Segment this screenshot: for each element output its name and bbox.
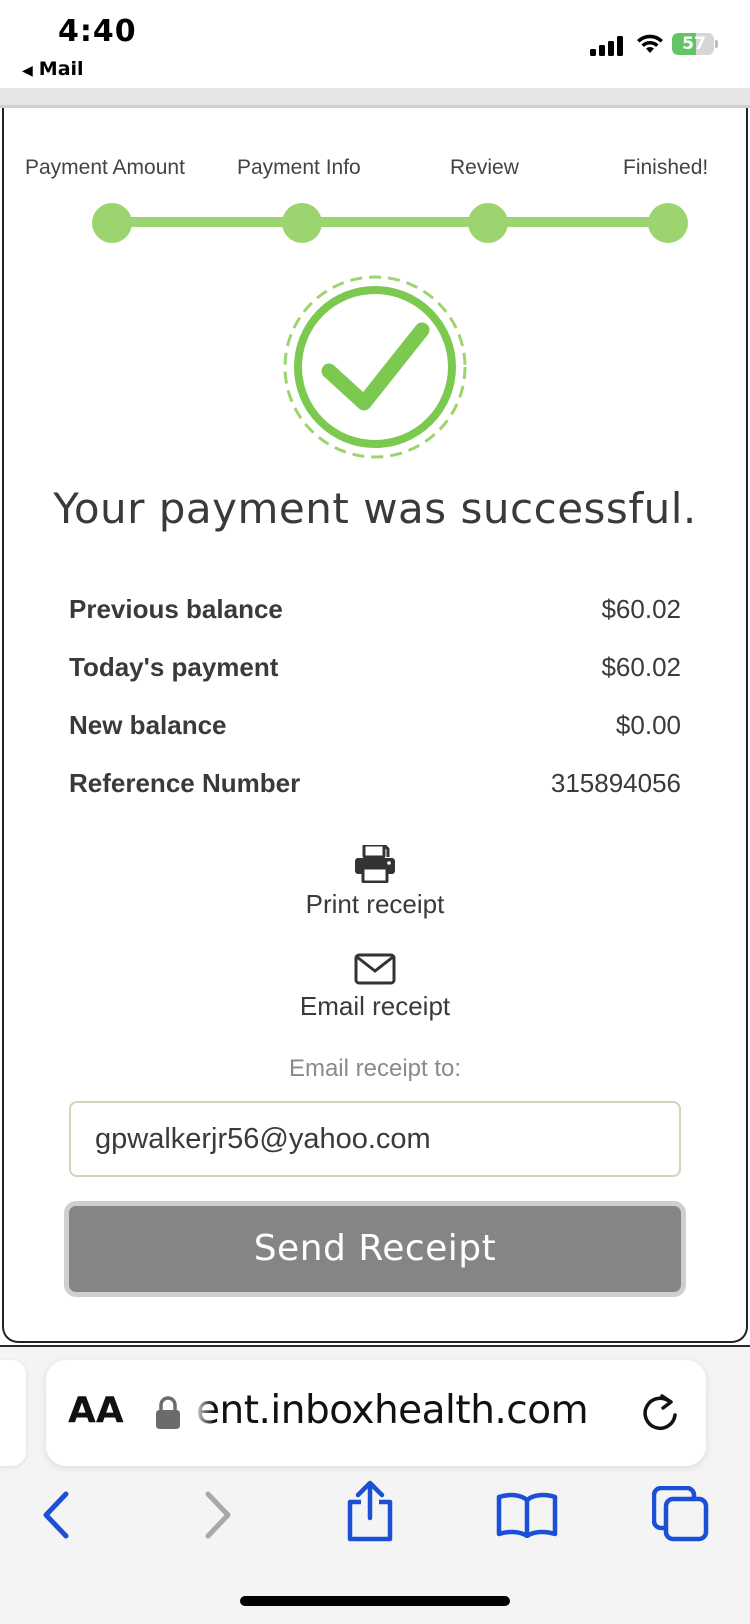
summary-value: $60.02 (601, 652, 681, 682)
success-headline: Your payment was successful. (53, 484, 697, 533)
back-arrow-icon: ◀ (22, 63, 33, 79)
step-progress-line (112, 217, 668, 227)
back-icon[interactable] (40, 1490, 74, 1540)
summary-label: New balance (69, 710, 227, 740)
email-receipt-label: Email receipt (299, 991, 451, 1021)
tabs-icon[interactable] (652, 1486, 710, 1542)
email-receipt-button[interactable]: Email receipt (0, 953, 750, 1022)
aa-label: AA (68, 1390, 124, 1431)
summary-row-reference-number: Reference Number 315894056 (69, 768, 681, 808)
back-to-mail-link[interactable]: ◀ Mail (22, 58, 84, 80)
summary-value: 315894056 (550, 768, 681, 798)
print-receipt-button[interactable]: Print receipt (0, 845, 750, 920)
lock-icon (156, 1396, 180, 1429)
step-label-review: Review (450, 156, 519, 179)
step-dot-finished (648, 203, 688, 243)
summary-label: Reference Number (69, 768, 301, 798)
step-label-payment-info: Payment Info (237, 156, 361, 179)
url-fade (192, 1384, 214, 1440)
step-label-payment-amount: Payment Amount (25, 156, 185, 179)
forward-icon[interactable] (200, 1490, 234, 1540)
send-receipt-button[interactable]: Send Receipt (64, 1201, 686, 1297)
summary-value: $60.02 (601, 594, 681, 624)
home-indicator (240, 1596, 510, 1606)
summary-label: Previous balance (69, 594, 283, 624)
back-app-label: Mail (38, 58, 84, 80)
battery-percent: 57 (682, 34, 706, 54)
previous-tab-preview[interactable] (0, 1360, 26, 1466)
checkmark-icon (283, 275, 467, 459)
step-dot-review (468, 203, 508, 243)
signal-icon (590, 36, 623, 56)
email-field[interactable] (69, 1101, 681, 1177)
step-dot-payment-amount (92, 203, 132, 243)
reload-icon[interactable] (640, 1393, 680, 1433)
status-time: 4:40 (58, 14, 137, 49)
step-label-finished: Finished! (623, 156, 709, 179)
wifi-icon (637, 34, 663, 53)
page-top-edge (0, 88, 750, 108)
printer-icon (355, 845, 395, 883)
email-receipt-to-label: Email receipt to: (288, 1055, 462, 1082)
step-dot-payment-info (282, 203, 322, 243)
status-bar: 4:40 ◀ Mail 57 (0, 0, 750, 88)
summary-row-new-balance: New balance $0.00 (69, 710, 681, 750)
share-icon[interactable] (344, 1480, 396, 1542)
url-text[interactable]: ent.inboxhealth.com (196, 1388, 616, 1433)
summary-row-todays-payment: Today's payment $60.02 (69, 652, 681, 692)
page-settings-button[interactable]: AA (68, 1390, 124, 1431)
summary-label: Today's payment (69, 652, 279, 682)
envelope-icon (354, 953, 396, 985)
battery-icon: 57 (672, 33, 718, 55)
summary-value: $0.00 (615, 710, 681, 740)
print-receipt-label: Print receipt (305, 889, 445, 919)
bookmarks-icon[interactable] (496, 1492, 558, 1538)
summary-row-previous-balance: Previous balance $60.02 (69, 594, 681, 634)
